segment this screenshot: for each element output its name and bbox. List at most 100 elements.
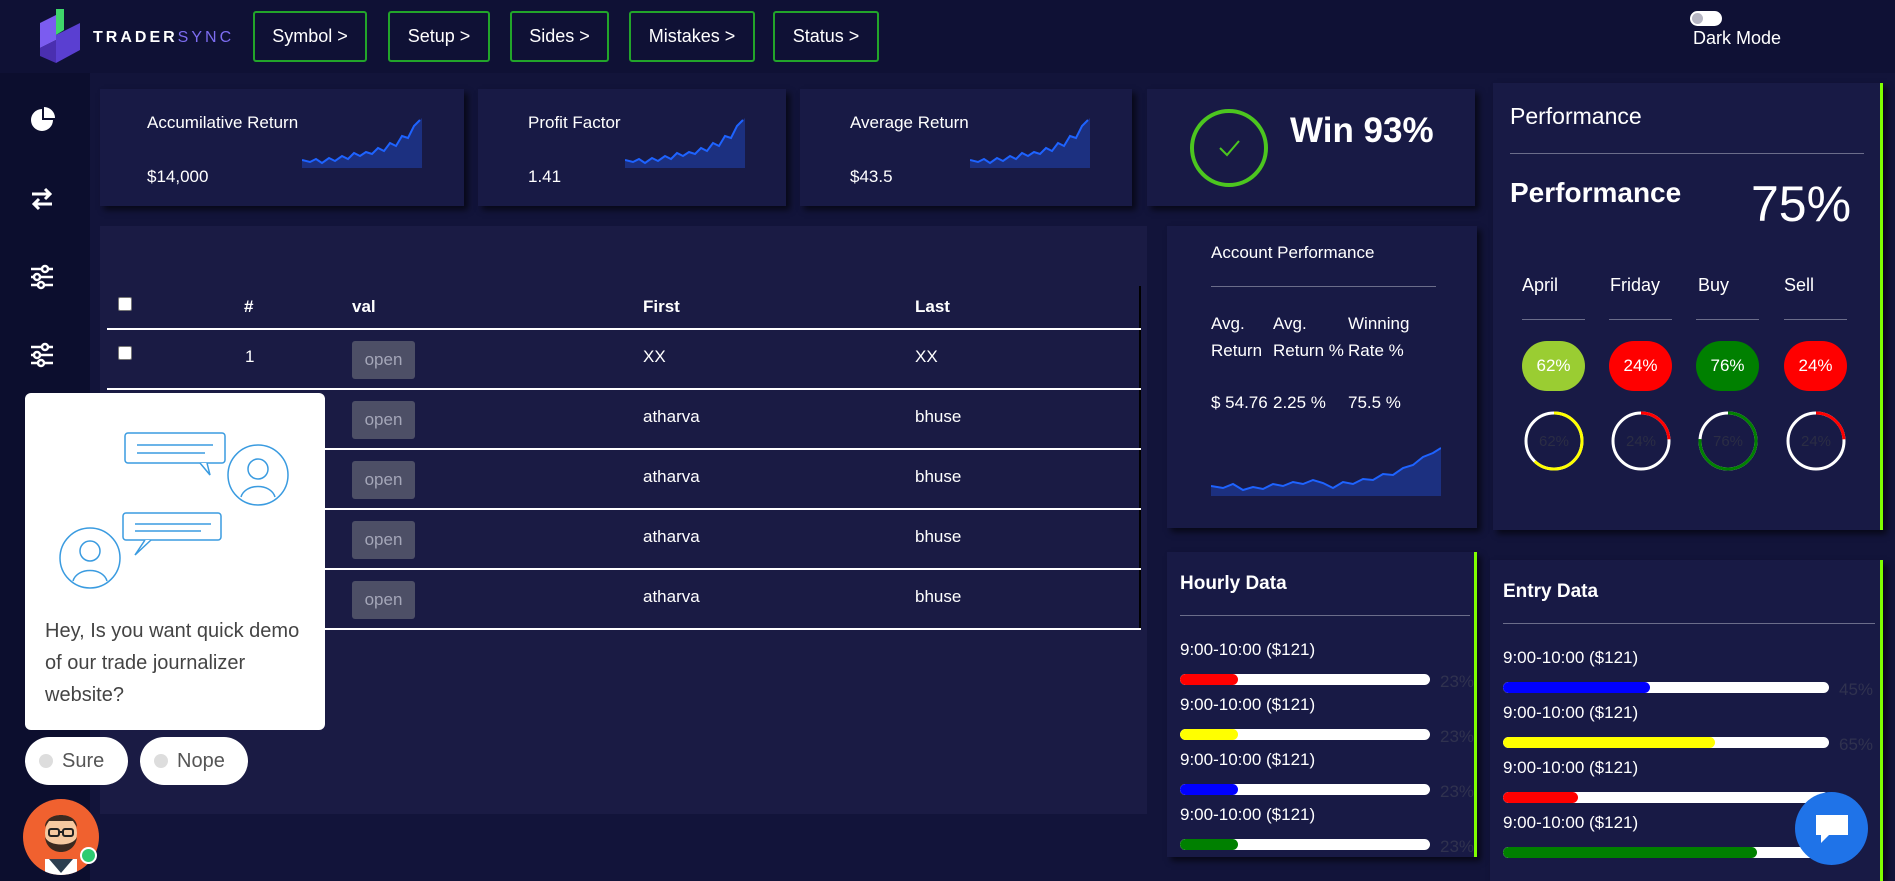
symbol-filter-button[interactable]: Symbol >	[253, 11, 367, 62]
status-filter-button[interactable]: Status >	[773, 11, 879, 62]
divider	[1522, 319, 1585, 320]
win-rate-label: Win 93%	[1290, 111, 1434, 150]
stat-title: Accumilative Return	[147, 113, 299, 132]
row-divider	[107, 388, 1141, 390]
open-button[interactable]: open	[352, 341, 415, 379]
progress-ring-label: 24%	[1625, 433, 1657, 450]
performance-column-label: Friday	[1610, 275, 1661, 295]
logo-text: TRADERSYNC	[93, 29, 234, 47]
stat-value: 1.41	[528, 167, 562, 186]
progress-bar	[1180, 784, 1430, 795]
divider	[1503, 623, 1875, 624]
stat-title: Average Return	[850, 113, 969, 132]
performance-title: Performance	[1510, 177, 1682, 208]
last-name-cell: bhuse	[915, 467, 962, 486]
performance-column-label: April	[1522, 275, 1559, 295]
percentage-pill: 76%	[1696, 341, 1759, 391]
sliders-icon[interactable]	[28, 341, 56, 369]
radio-dot-icon	[39, 754, 53, 768]
last-name-cell: bhuse	[915, 527, 962, 546]
top-bar: TRADERSYNC Symbol > Setup > Sides > Mist…	[0, 0, 1895, 73]
column-header: val	[352, 297, 376, 316]
bar-label: 9:00-10:00 ($121)	[1503, 648, 1639, 667]
swap-arrows-icon[interactable]	[28, 185, 56, 213]
table-shadow	[1139, 286, 1141, 630]
hourly-data-card: Hourly Data 9:00-10:00 ($121) 23% 9:00-1…	[1167, 552, 1477, 857]
bar-label: 9:00-10:00 ($121)	[1180, 695, 1316, 714]
sparkline-chart	[970, 118, 1090, 168]
label-line: Avg.	[1273, 314, 1307, 333]
win-rate-card: Win 93%	[1147, 89, 1475, 206]
row-checkbox[interactable]	[118, 346, 132, 360]
bar-percent: 23%	[1440, 782, 1475, 801]
first-name-cell: atharva	[643, 587, 700, 606]
online-status-indicator	[80, 847, 97, 864]
chat-option-sure[interactable]: Sure	[25, 737, 128, 785]
select-all-checkbox[interactable]	[118, 297, 132, 311]
progress-bar	[1503, 682, 1829, 693]
bar-label: 9:00-10:00 ($121)	[1180, 805, 1316, 824]
percentage-pill: 24%	[1784, 341, 1847, 391]
avg-return-label: Avg. Return	[1211, 310, 1262, 364]
divider	[1510, 153, 1864, 154]
stat-value: $14,000	[147, 167, 209, 186]
sparkline-chart	[302, 118, 422, 168]
bar-percent: 65%	[1839, 735, 1874, 754]
bar-label: 9:00-10:00 ($121)	[1503, 813, 1639, 832]
open-button[interactable]: open	[352, 401, 415, 439]
divider	[1784, 319, 1847, 320]
progress-ring-label: 62%	[1538, 433, 1570, 450]
performance-value: 75%	[1751, 176, 1852, 232]
last-name-cell: bhuse	[915, 407, 962, 426]
label-line: Winning	[1348, 314, 1410, 333]
bar-label: 9:00-10:00 ($121)	[1503, 758, 1639, 777]
progress-bar	[1180, 729, 1430, 740]
sliders-icon[interactable]	[28, 263, 56, 291]
bar-label: 9:00-10:00 ($121)	[1503, 703, 1639, 722]
chat-message: Hey, Is you want quick demo of our trade…	[45, 620, 300, 706]
progress-ring-label: 76%	[1712, 433, 1744, 450]
account-sparkline-chart	[1211, 447, 1441, 496]
progress-bar-fill	[1180, 839, 1238, 850]
bar-label: 9:00-10:00 ($121)	[1180, 640, 1316, 659]
last-name-cell: bhuse	[915, 587, 962, 606]
bar-percent: 45%	[1839, 680, 1874, 699]
logo-text-primary: TRADER	[93, 29, 178, 46]
sides-filter-button[interactable]: Sides >	[510, 11, 609, 62]
chat-illustration-icon	[59, 432, 289, 589]
progress-bar-fill	[1180, 784, 1238, 795]
label-line: Return	[1211, 341, 1263, 360]
setup-filter-button[interactable]: Setup >	[388, 11, 490, 62]
label-line: Avg.	[1211, 314, 1245, 333]
chat-launcher-button[interactable]	[1795, 792, 1868, 865]
open-button[interactable]: open	[352, 581, 415, 619]
logo-text-secondary: SYNC	[177, 29, 235, 46]
first-name-cell: atharva	[643, 527, 700, 546]
stat-title: Profit Factor	[528, 113, 621, 132]
label-line: Rate %	[1348, 341, 1404, 360]
open-button[interactable]: open	[352, 461, 415, 499]
performance-column-label: Sell	[1784, 275, 1815, 295]
pie-chart-icon[interactable]	[28, 106, 56, 134]
progress-bar-fill	[1503, 682, 1650, 693]
chat-option-nope[interactable]: Nope	[140, 737, 248, 785]
divider	[1211, 286, 1436, 287]
radio-dot-icon	[154, 754, 168, 768]
accumulative-return-card: Accumilative Return $14,000	[100, 89, 464, 206]
row-number: 1	[245, 347, 255, 366]
progress-bar	[1180, 839, 1430, 850]
open-button[interactable]: open	[352, 521, 415, 559]
mistakes-filter-button[interactable]: Mistakes >	[629, 11, 755, 62]
chat-option-label: Nope	[177, 749, 225, 772]
column-header: Last	[915, 297, 950, 316]
avg-return-pct-label: Avg. Return %	[1273, 310, 1344, 364]
dark-mode-toggle[interactable]	[1690, 11, 1722, 26]
chat-option-label: Sure	[62, 749, 105, 772]
chat-bubble-icon	[1816, 815, 1848, 843]
winning-rate-value: 75.5 %	[1348, 393, 1401, 412]
stat-value: $43.5	[850, 167, 893, 186]
row-divider	[107, 328, 1141, 330]
progress-bar-fill	[1503, 847, 1758, 858]
performance-column-label: Buy	[1698, 275, 1730, 295]
bar-percent: 23%	[1440, 837, 1475, 856]
